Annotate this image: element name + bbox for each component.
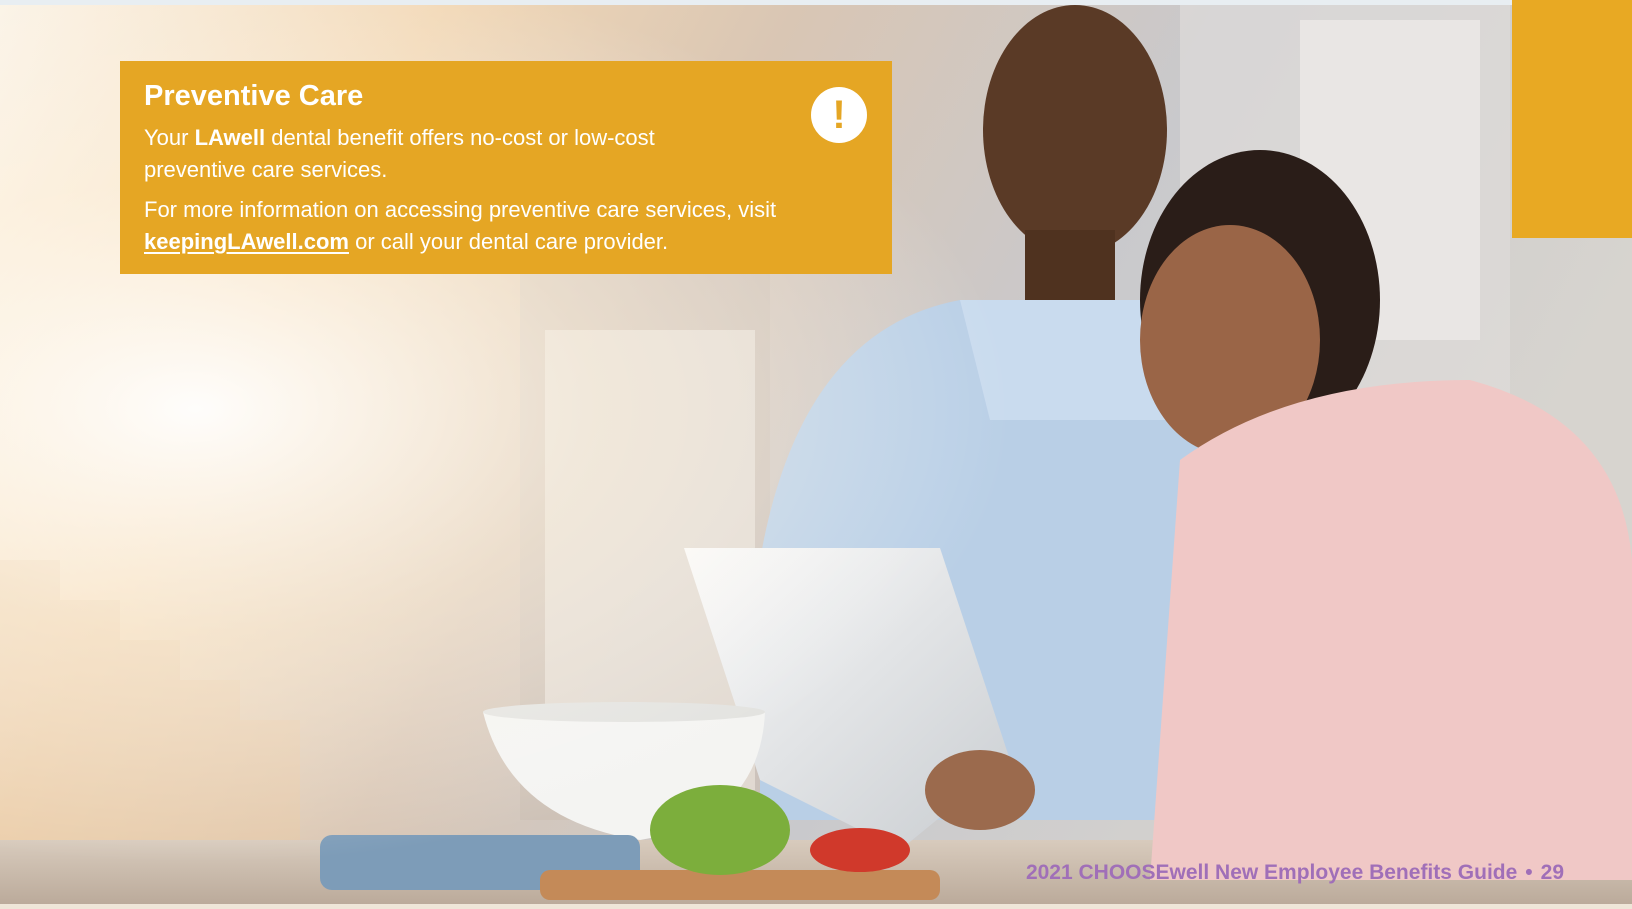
exclamation-glyph: ! xyxy=(832,93,846,137)
callout-title: Preventive Care xyxy=(144,80,364,112)
top-strip xyxy=(0,0,1632,5)
footer-separator: • xyxy=(1525,861,1533,884)
callout-paragraph-1: Your LAwell dental benefit offers no-cos… xyxy=(144,122,744,186)
keepinglawell-link[interactable]: keepingLAwell.com xyxy=(144,229,349,254)
brand-name: LAwell xyxy=(194,125,266,150)
para2-prefix: For more information on accessing preven… xyxy=(144,197,777,222)
callout-paragraph-2: For more information on accessing preven… xyxy=(144,194,844,258)
page-number: 29 xyxy=(1540,861,1564,884)
brochure-page: Preventive Care Your LAwell dental benef… xyxy=(0,0,1632,909)
para1-prefix: Your xyxy=(144,125,195,150)
bottom-strip xyxy=(0,904,1632,909)
corner-color-tab xyxy=(1512,0,1632,238)
page-footer: 2021 CHOOSEwell New Employee Benefits Gu… xyxy=(1026,860,1564,886)
preventive-care-callout: Preventive Care Your LAwell dental benef… xyxy=(120,61,892,274)
guide-title: 2021 CHOOSEwell New Employee Benefits Gu… xyxy=(1025,861,1518,884)
exclamation-icon: ! xyxy=(811,87,867,143)
para2-suffix: or call your dental care provider. xyxy=(348,229,669,254)
